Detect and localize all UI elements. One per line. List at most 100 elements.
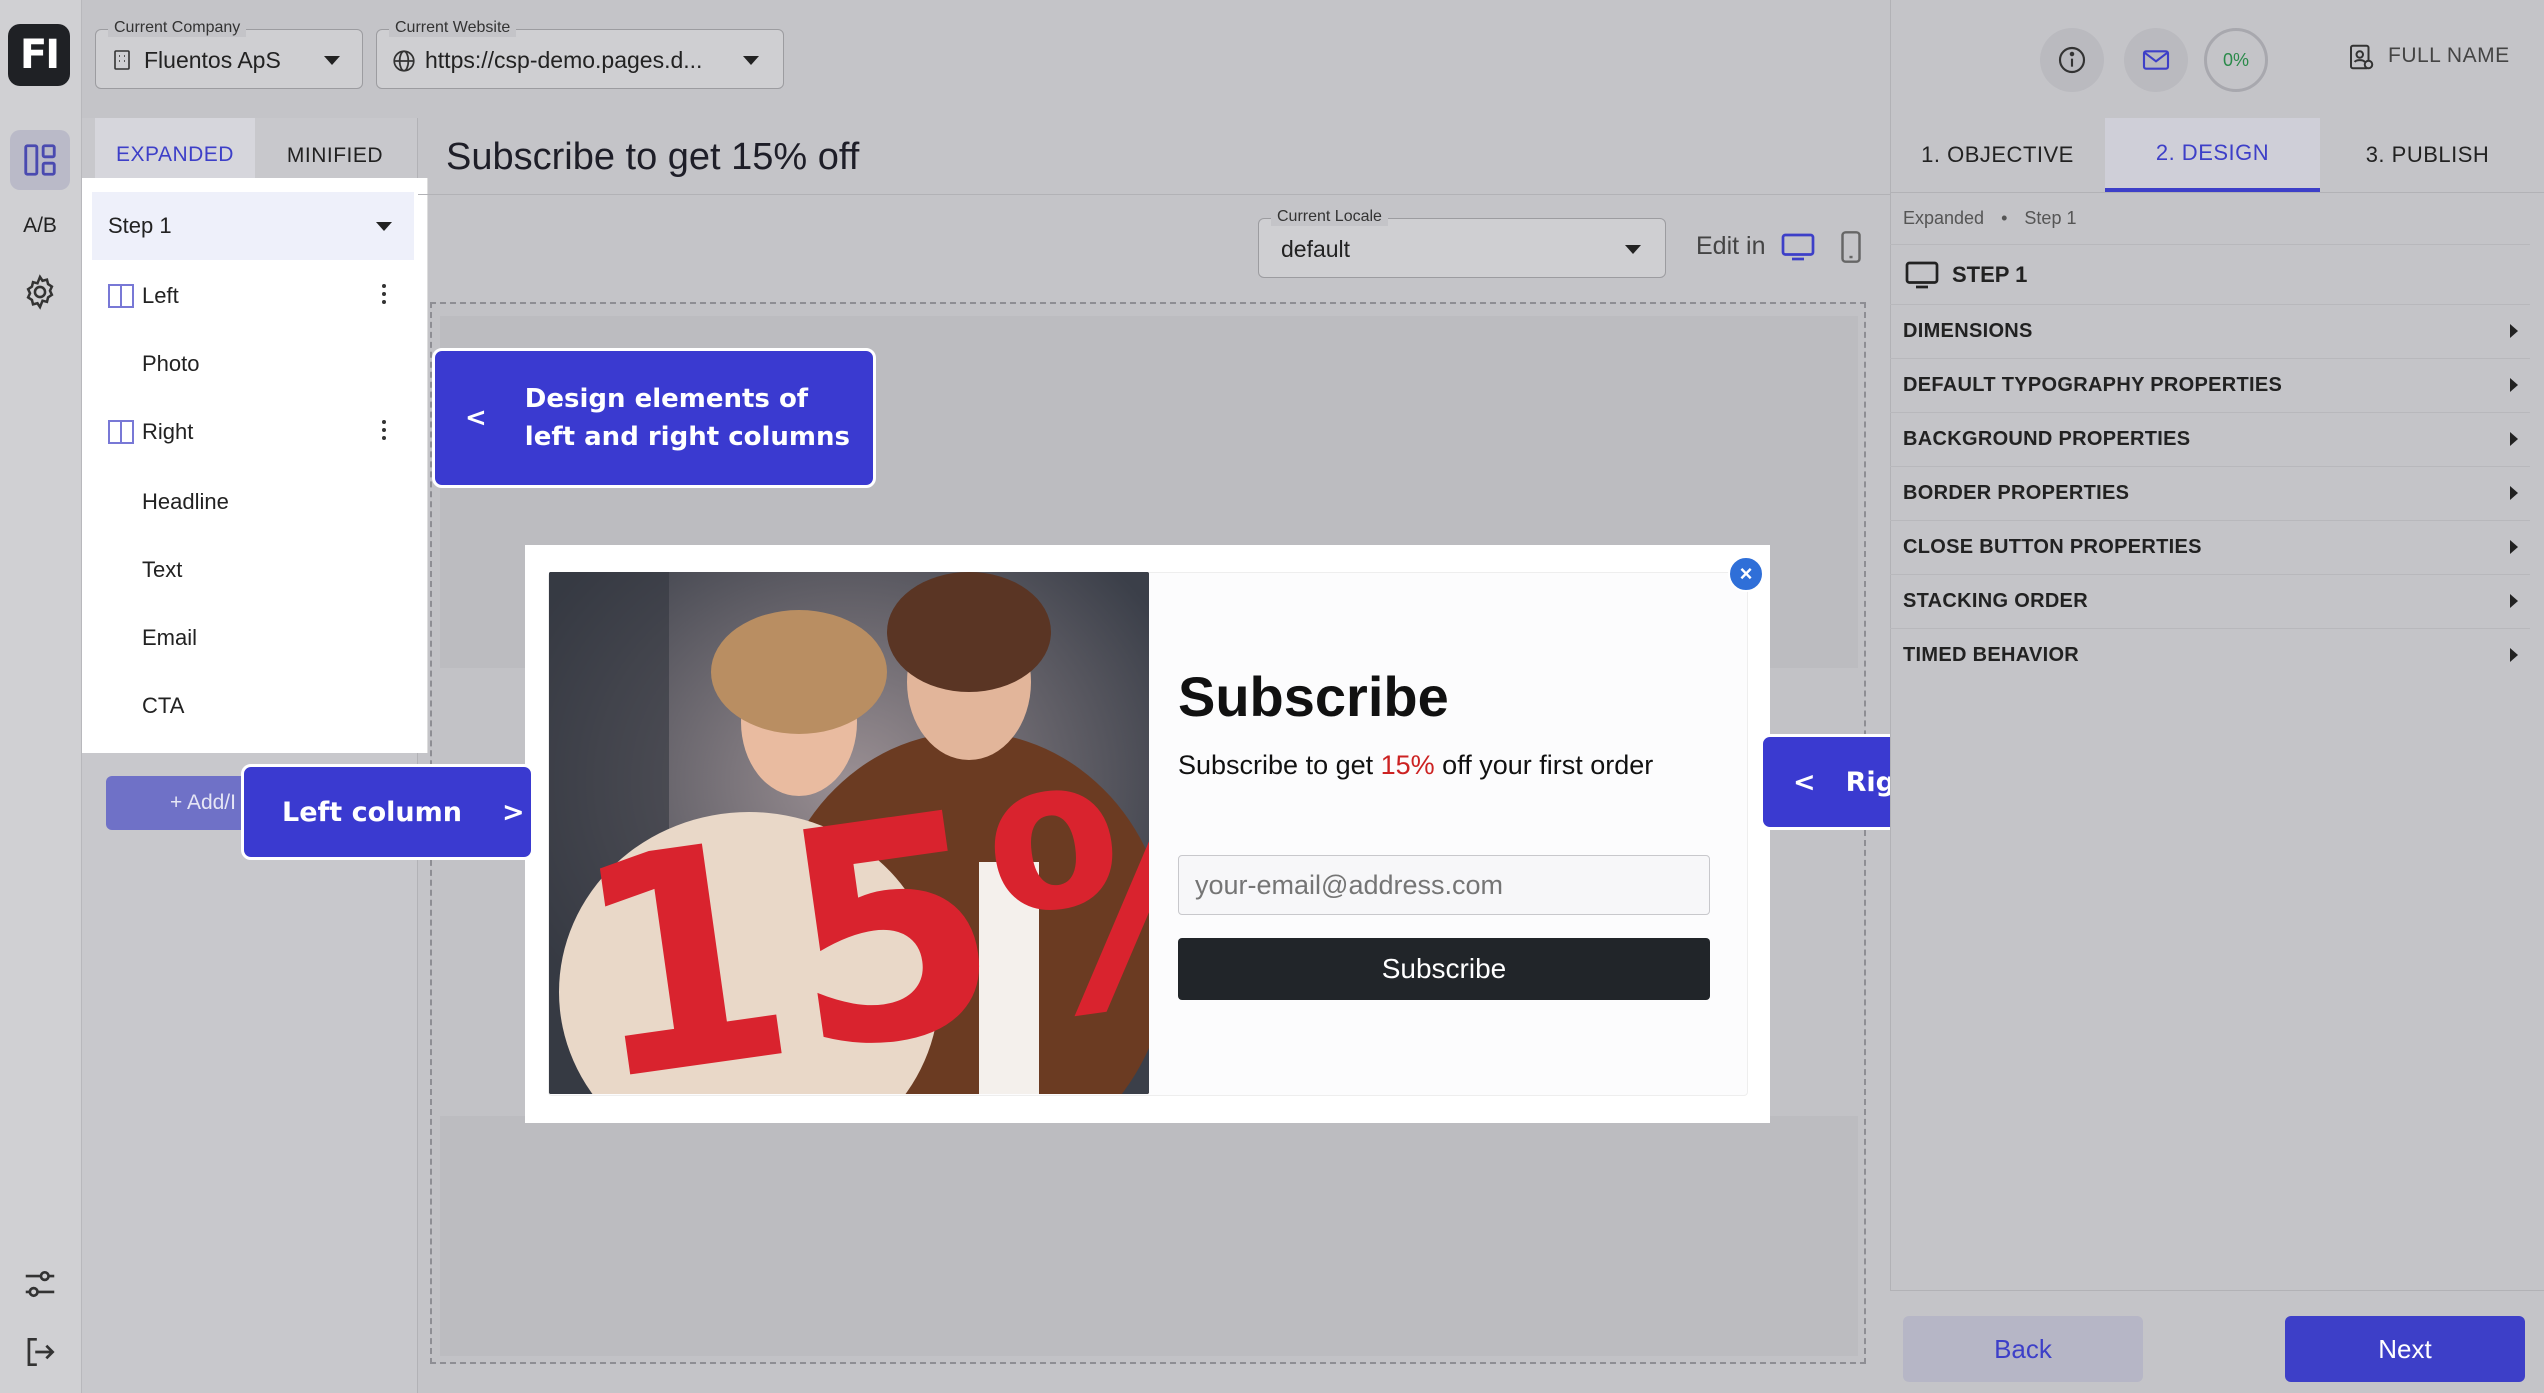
popup-headline[interactable]: Subscribe <box>1178 664 1449 729</box>
locale-select-label: Current Locale <box>1271 208 1388 226</box>
chevron-down-icon <box>743 56 759 65</box>
tree-item-text[interactable]: Text <box>92 536 414 604</box>
prop-label: CLOSE BUTTON PROPERTIES <box>1903 536 2202 558</box>
chevron-right-icon <box>2510 432 2518 446</box>
prop-stacking-order[interactable]: STACKING ORDER <box>1890 574 2530 628</box>
page-title: Subscribe to get 15% off <box>446 136 860 178</box>
divider <box>418 194 1890 195</box>
popup-photo[interactable]: 15% <box>549 572 1149 1094</box>
prop-label: TIMED BEHAVIOR <box>1903 644 2080 666</box>
mail-icon[interactable] <box>2124 28 2188 92</box>
step-select[interactable]: Step 1 <box>92 192 414 260</box>
popup-text-part: off your first order <box>1434 750 1654 780</box>
next-button[interactable]: Next <box>2285 1316 2525 1382</box>
user-badge-icon <box>2350 44 2374 70</box>
tree-item-photo[interactable]: Photo <box>92 330 414 398</box>
tree-item-label: Headline <box>142 489 229 514</box>
close-icon[interactable]: × <box>1728 556 1764 592</box>
chevron-down-icon <box>376 222 392 231</box>
tree-item-email[interactable]: Email <box>92 604 414 672</box>
callout-text: Left column <box>282 796 462 828</box>
ab-label: A/B <box>23 214 57 237</box>
logout-icon[interactable] <box>10 1322 70 1382</box>
prop-border[interactable]: BORDER PROPERTIES <box>1890 466 2530 520</box>
prop-timed-behavior[interactable]: TIMED BEHAVIOR <box>1890 628 2530 682</box>
divider <box>1890 192 2544 193</box>
chevron-down-icon <box>1625 245 1641 254</box>
building-icon <box>114 50 130 70</box>
globe-icon <box>393 50 415 72</box>
sliders-icon[interactable] <box>10 1254 70 1314</box>
tree-item-right[interactable]: Right <box>92 398 414 466</box>
chevron-right-icon <box>2510 378 2518 392</box>
breadcrumb-separator: • <box>2001 208 2008 228</box>
website-select[interactable]: Current Website https://csp-demo.pages.d… <box>376 19 784 89</box>
tree-item-label: Email <box>142 625 198 650</box>
prop-close-button[interactable]: CLOSE BUTTON PROPERTIES <box>1890 520 2530 574</box>
user-name[interactable]: FULL NAME <box>2388 44 2510 68</box>
divider <box>1890 244 2530 245</box>
back-button[interactable]: Back <box>1903 1316 2143 1382</box>
tab-objective[interactable]: 1. OBJECTIVE <box>1890 118 2105 192</box>
popup-text-highlight: 15% <box>1380 750 1435 780</box>
step-header: STEP 1 <box>1952 262 2028 287</box>
tree-item-left[interactable]: Left <box>92 262 414 330</box>
locale-select-value: default <box>1281 236 1351 262</box>
breadcrumb: Expanded • Step 1 <box>1903 208 2076 229</box>
tree-item-label: Left <box>142 283 179 308</box>
gear-icon[interactable] <box>10 262 70 322</box>
mobile-icon[interactable] <box>1840 230 1862 264</box>
website-select-label: Current Website <box>389 19 517 37</box>
column-icon <box>108 284 134 308</box>
column-icon <box>108 420 134 444</box>
company-select[interactable]: Current Company Fluentos ApS <box>95 19 363 89</box>
prop-label: BACKGROUND PROPERTIES <box>1903 428 2191 450</box>
locale-select[interactable]: Current Locale default <box>1258 208 1666 278</box>
chevron-right-icon <box>2510 486 2518 500</box>
popup-subscribe-button[interactable]: Subscribe <box>1178 938 1710 1000</box>
prop-label: STACKING ORDER <box>1903 590 2088 612</box>
tab-publish[interactable]: 3. PUBLISH <box>2320 118 2535 192</box>
callout-text: left and right columns <box>524 422 850 452</box>
prop-typography[interactable]: DEFAULT TYPOGRAPHY PROPERTIES <box>1890 358 2530 412</box>
desktop-icon[interactable] <box>1780 232 1816 262</box>
company-select-label: Current Company <box>108 19 247 37</box>
prop-dimensions[interactable]: DIMENSIONS <box>1890 304 2530 358</box>
progress-indicator: 0% <box>2204 28 2268 92</box>
callout-arrow: < <box>1793 766 1816 798</box>
tree-item-label: CTA <box>142 693 185 718</box>
popup-email-input[interactable] <box>1178 855 1710 915</box>
tree-item-cta[interactable]: CTA <box>92 672 414 740</box>
website-select-value: https://csp-demo.pages.d... <box>425 47 703 73</box>
step-label: Step 1 <box>108 213 172 238</box>
callout-design-elements: < Design elements of left and right colum… <box>432 348 876 488</box>
prop-background[interactable]: BACKGROUND PROPERTIES <box>1890 412 2530 466</box>
breadcrumb-item[interactable]: Step 1 <box>2024 208 2076 228</box>
chevron-right-icon <box>2510 540 2518 554</box>
tree-item-label: Text <box>142 557 183 582</box>
ab-test-button[interactable]: A/B <box>10 196 70 256</box>
tab-design[interactable]: 2. DESIGN <box>2105 118 2320 192</box>
prop-label: DEFAULT TYPOGRAPHY PROPERTIES <box>1903 374 2283 396</box>
app-logo: FI <box>8 24 70 86</box>
layout-icon[interactable] <box>10 130 70 190</box>
promo-photo-image: 15% <box>549 572 1149 1094</box>
popup-text-part: Subscribe to get <box>1178 750 1381 780</box>
more-vertical-icon[interactable] <box>382 420 386 440</box>
callout-arrow: > <box>501 796 525 828</box>
tree-item-label: Right <box>142 419 194 444</box>
tree-item-label: Photo <box>142 351 200 376</box>
edit-in-label: Edit in <box>1696 232 1766 260</box>
tree-item-headline[interactable]: Headline <box>92 468 414 536</box>
more-vertical-icon[interactable] <box>382 284 386 304</box>
chevron-right-icon <box>2510 594 2518 608</box>
company-select-value: Fluentos ApS <box>144 47 281 73</box>
prop-label: BORDER PROPERTIES <box>1903 482 2130 504</box>
canvas-section <box>440 1116 1858 1356</box>
info-icon[interactable] <box>2040 28 2104 92</box>
breadcrumb-item[interactable]: Expanded <box>1903 208 1984 228</box>
popup-text[interactable]: Subscribe to get 15% off your first orde… <box>1178 750 1653 781</box>
chevron-right-icon <box>2510 648 2518 662</box>
prop-label: DIMENSIONS <box>1903 320 2033 342</box>
callout-text: Design elements of <box>524 384 809 414</box>
